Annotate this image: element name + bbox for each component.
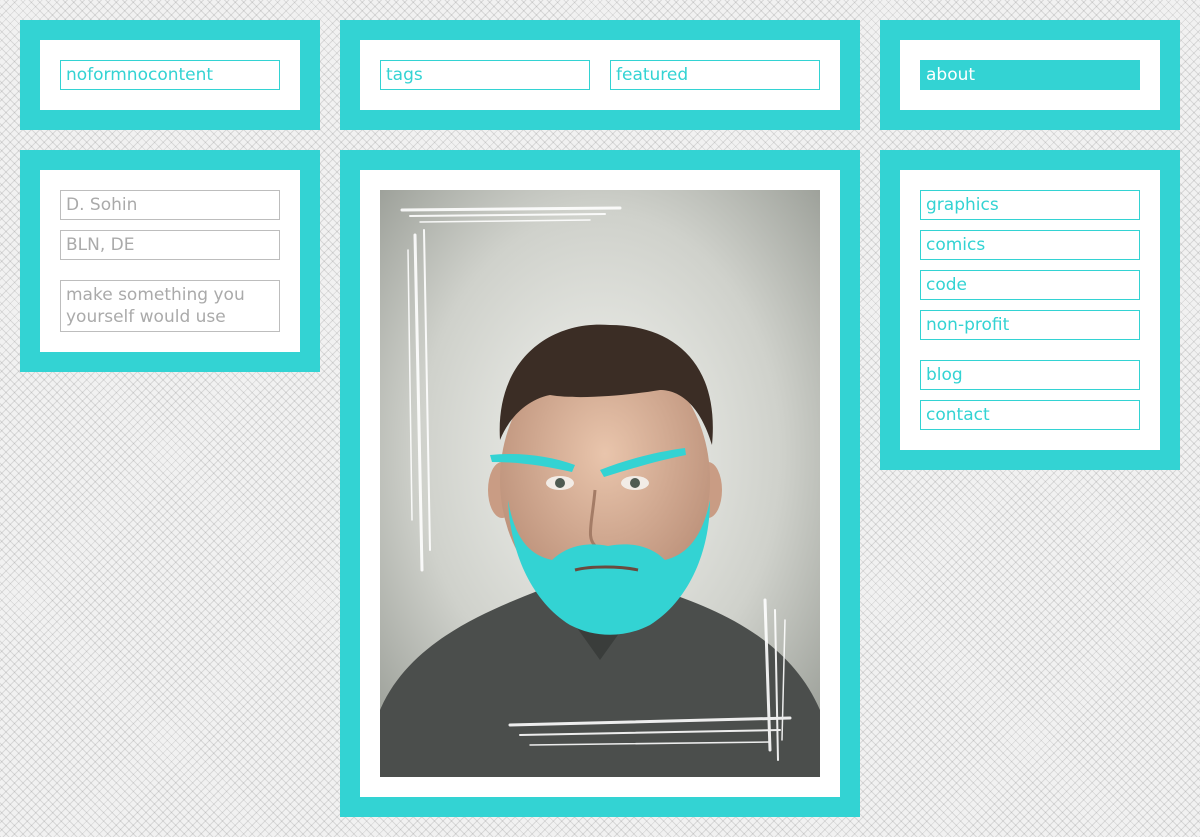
top-nav-panel: tags featured (340, 20, 860, 130)
portrait-photo (380, 190, 820, 777)
nav-item-contact[interactable]: contact (920, 400, 1140, 430)
profile-name: D. Sohin (60, 190, 280, 220)
category-nav-panel: graphics comics code non-profit blog con… (880, 150, 1180, 470)
tab-about[interactable]: about (920, 60, 1140, 90)
profile-motto: make something you yourself would use (60, 280, 280, 332)
nav-item-comics[interactable]: comics (920, 230, 1140, 260)
nav-item-code[interactable]: code (920, 270, 1140, 300)
portrait-panel (340, 150, 860, 817)
profile-location: BLN, DE (60, 230, 280, 260)
tab-featured[interactable]: featured (610, 60, 820, 90)
about-panel: about (880, 20, 1180, 130)
tab-tags[interactable]: tags (380, 60, 590, 90)
site-logo-link[interactable]: noformnocontent (60, 60, 280, 90)
nav-item-graphics[interactable]: graphics (920, 190, 1140, 220)
profile-panel: D. Sohin BLN, DE make something you your… (20, 150, 320, 372)
logo-panel: noformnocontent (20, 20, 320, 130)
nav-item-non-profit[interactable]: non-profit (920, 310, 1140, 340)
nav-item-blog[interactable]: blog (920, 360, 1140, 390)
